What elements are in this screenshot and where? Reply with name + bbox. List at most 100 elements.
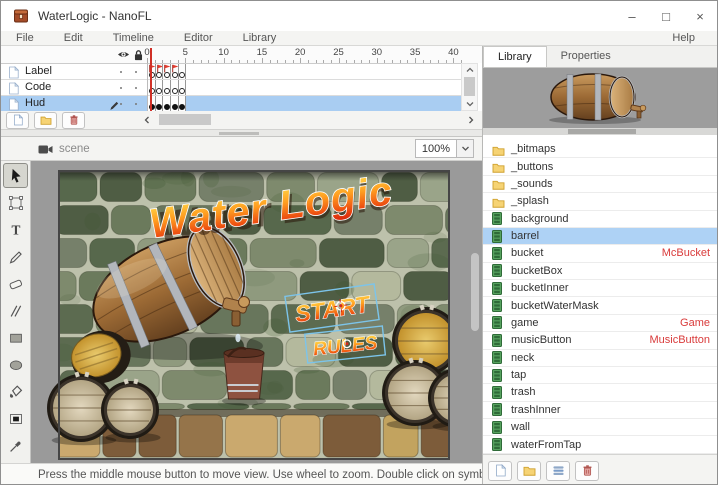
layer-page-icon — [9, 97, 20, 110]
preview-scroll-thumb[interactable] — [568, 129, 636, 134]
library-item-neck[interactable]: neck — [483, 350, 717, 367]
timeline-splitter[interactable] — [1, 129, 482, 137]
close-button[interactable]: × — [683, 1, 717, 31]
library-item-label: waterFromTap — [511, 438, 582, 451]
tab-properties[interactable]: Properties — [547, 46, 625, 67]
ellipse-icon — [9, 360, 22, 370]
symbol-properties-button[interactable] — [546, 460, 570, 481]
linkage-class-label: MusicButton — [649, 334, 710, 347]
tool-eyedropper[interactable] — [3, 433, 28, 458]
timeline-vertical-scrollbar[interactable] — [461, 63, 478, 111]
menu-item-timeline[interactable]: Timeline — [98, 32, 169, 44]
new-library-folder-button[interactable] — [517, 460, 541, 481]
tool-rectangle[interactable] — [3, 325, 28, 350]
add-folder-button[interactable] — [34, 111, 57, 129]
timeline-layer-label[interactable]: Label — [1, 64, 461, 80]
library-item-bucketInner[interactable]: bucketInner — [483, 280, 717, 298]
library-item-background[interactable]: background — [483, 211, 717, 228]
library-item-_bitmaps[interactable]: _bitmaps — [483, 141, 717, 159]
library-item-bucket[interactable]: bucket McBucket — [483, 245, 717, 263]
minimize-button[interactable]: – — [615, 1, 649, 31]
preview-scrollbar[interactable] — [483, 128, 717, 135]
library-item-musicButton[interactable]: musicButton MusicButton — [483, 332, 717, 350]
stage-canvas[interactable]: Water Logic Water Logic START RULES — [31, 161, 482, 463]
eye-icon[interactable] — [117, 49, 130, 60]
timeline-vscroll-thumb[interactable] — [464, 77, 475, 96]
timeline-playhead[interactable] — [150, 48, 152, 111]
symbol-icon — [492, 368, 502, 382]
library-item-tap[interactable]: tap — [483, 367, 717, 385]
library-item-trash[interactable]: trash — [483, 384, 717, 402]
canvas-vscroll-thumb[interactable] — [471, 253, 479, 331]
frame-cell[interactable] — [177, 80, 187, 95]
zoom-control[interactable]: 100% — [414, 139, 474, 158]
library-item-label: bucketWaterMask — [511, 299, 599, 312]
tool-line[interactable] — [3, 298, 28, 323]
library-item-label: trashInner — [511, 403, 561, 416]
symbol-icon — [492, 229, 502, 243]
menu-item-library[interactable]: Library — [228, 32, 292, 44]
menu-item-edit[interactable]: Edit — [49, 32, 98, 44]
tool-free-transform[interactable] — [3, 190, 28, 215]
menu-item-editor[interactable]: Editor — [169, 32, 228, 44]
breadcrumb-scene[interactable]: scene — [59, 143, 90, 155]
library-item-bucketWaterMask[interactable]: bucketWaterMask — [483, 297, 717, 315]
library-item-bucketBox[interactable]: bucketBox — [483, 263, 717, 280]
library-list: _bitmaps _buttons _sounds _splash backgr… — [483, 141, 717, 454]
tool-pencil[interactable] — [3, 244, 28, 269]
folder-icon — [492, 146, 505, 156]
tool-text[interactable]: T — [3, 217, 28, 242]
tab-library[interactable]: Library — [483, 46, 547, 67]
library-item-label: _buttons — [511, 160, 554, 173]
timeline-horizontal-scrollbar[interactable] — [141, 113, 477, 127]
trash-icon — [69, 115, 78, 125]
library-item-trashInner[interactable]: trashInner — [483, 402, 717, 419]
frame-cell[interactable] — [177, 96, 187, 111]
menu-item-help[interactable]: Help — [672, 32, 717, 44]
library-item-label: wall — [511, 421, 530, 434]
scroll-down-icon[interactable] — [465, 100, 475, 108]
tool-select[interactable] — [3, 163, 28, 188]
splitter-grip[interactable] — [219, 132, 259, 135]
zoom-dropdown-button[interactable] — [456, 140, 473, 157]
scroll-left-icon[interactable] — [143, 115, 151, 125]
library-item-game[interactable]: game Game — [483, 315, 717, 333]
timeline-layer-hud[interactable]: Hud — [1, 96, 461, 112]
add-layer-button[interactable] — [6, 111, 29, 129]
timeline-ruler[interactable]: 0 5 10 15 20 25 30 35 40 — [1, 46, 482, 63]
right-barrel-stack[interactable] — [382, 304, 482, 432]
new-symbol-button[interactable] — [488, 460, 512, 481]
menu-bar: File Edit Timeline Editor Library Help — [1, 31, 717, 46]
scroll-right-icon[interactable] — [467, 115, 475, 125]
timeline-layer-code[interactable]: Code — [1, 80, 461, 96]
status-text: Press the middle mouse button to move vi… — [38, 469, 542, 481]
status-bar: Press the middle mouse button to move vi… — [1, 463, 542, 484]
scroll-up-icon[interactable] — [465, 66, 475, 74]
timeline-toolbar — [1, 111, 482, 129]
menu-item-file[interactable]: File — [1, 32, 49, 44]
delete-layer-button[interactable] — [62, 111, 85, 129]
folder-icon — [492, 181, 505, 191]
app-window: WaterLogic - NanoFL – □ × File Edit Timeli… — [0, 0, 718, 485]
tool-ellipse[interactable] — [3, 352, 28, 377]
edit-pencil-icon — [110, 101, 119, 110]
tool-transform-fill[interactable] — [3, 406, 28, 431]
frame-cell[interactable] — [177, 64, 187, 79]
library-item-label: bucket — [511, 247, 544, 260]
library-item-label: tap — [511, 369, 527, 382]
library-item-wall[interactable]: wall — [483, 419, 717, 437]
delete-symbol-button[interactable] — [575, 460, 599, 481]
library-preview[interactable] — [483, 68, 717, 128]
timeline-hscroll-thumb[interactable] — [159, 114, 211, 125]
bucket-art[interactable] — [222, 346, 266, 406]
library-item-_buttons[interactable]: _buttons — [483, 158, 717, 176]
library-item-_sounds[interactable]: _sounds — [483, 176, 717, 194]
tool-paint-bucket[interactable] — [3, 379, 28, 404]
tool-eraser[interactable] — [3, 271, 28, 296]
new-page-icon — [13, 114, 23, 126]
library-item-_splash[interactable]: _splash — [483, 193, 717, 211]
folder-icon — [492, 163, 505, 173]
library-item-waterFromTap[interactable]: waterFromTap — [483, 436, 717, 454]
library-item-barrel[interactable]: barrel — [483, 227, 717, 246]
maximize-button[interactable]: □ — [649, 1, 683, 31]
